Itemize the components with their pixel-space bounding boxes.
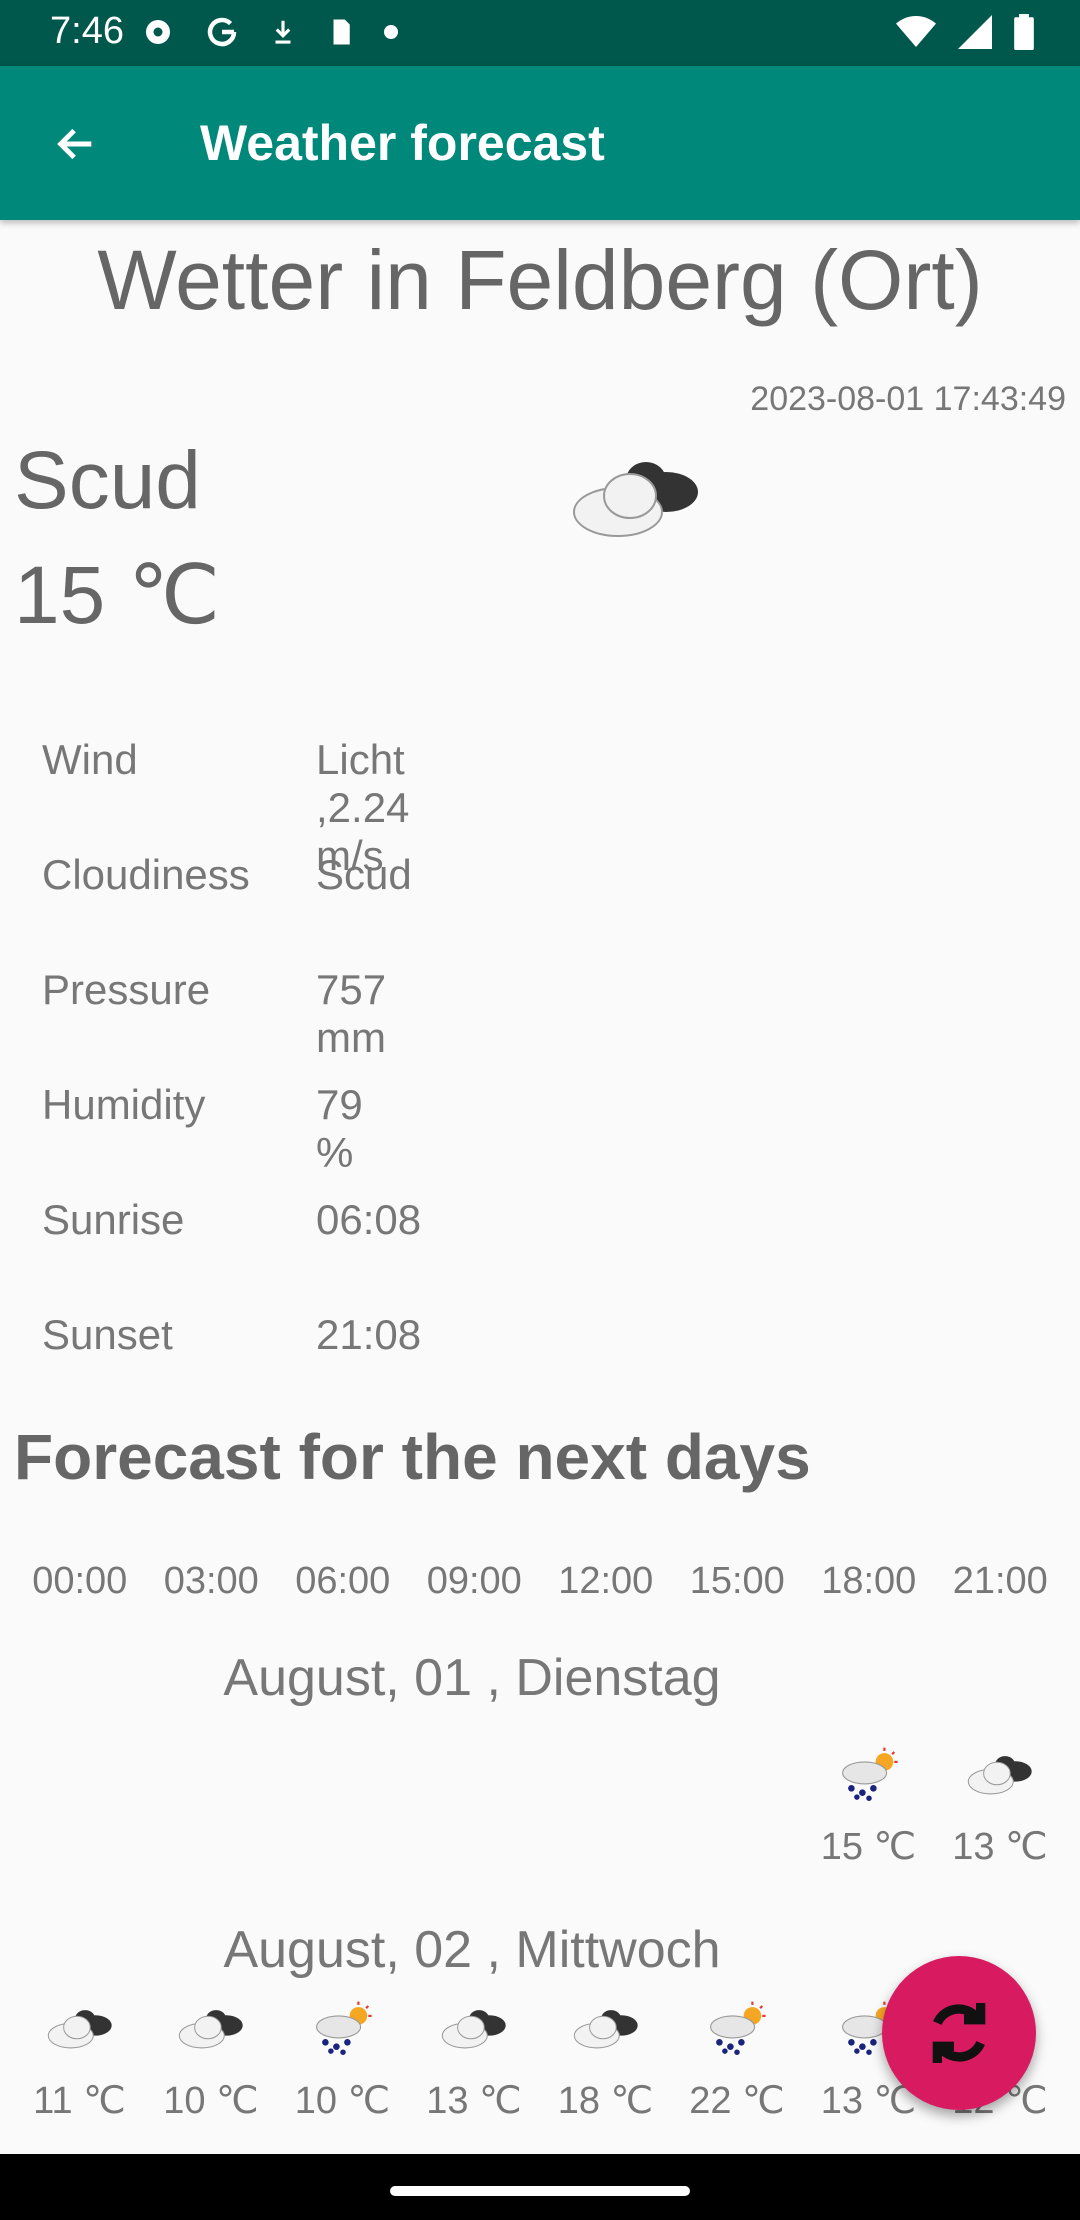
hour-label: 21:00 xyxy=(952,1560,1048,1602)
detail-label: Wind xyxy=(42,736,138,783)
cloud-icon xyxy=(14,1998,145,2058)
forecast-slot: 13 ℃ xyxy=(409,1998,540,2123)
forecast-temp: 15 ℃ xyxy=(820,1826,917,1868)
hour-label: 09:00 xyxy=(426,1560,522,1602)
sd-card-icon xyxy=(333,19,350,45)
back-button[interactable] xyxy=(36,104,116,184)
status-time: 7:46 xyxy=(50,10,124,52)
status-notification-icons xyxy=(140,14,398,50)
gear-icon xyxy=(146,20,170,44)
forecast-temp: 13 ℃ xyxy=(952,1826,1048,1868)
forecast-slot: 13 ℃ xyxy=(935,1744,1066,1869)
day-title: August, 01 , Dienstag xyxy=(223,1649,721,1707)
wifi-icon xyxy=(896,16,936,47)
forecast-slot: 10 ℃ xyxy=(146,1998,277,2123)
rain-sun-icon xyxy=(803,1744,934,1804)
detail-label: Pressure xyxy=(42,966,211,1013)
download-icon xyxy=(275,20,291,44)
forecast-slot: 18 ℃ xyxy=(540,1998,671,2123)
forecast-temp: 10 ℃ xyxy=(294,2080,391,2122)
rain-sun-icon xyxy=(277,1998,408,2058)
detail-value: 79 % xyxy=(316,1081,363,1176)
forecast-hours-header: 00:00 03:00 06:00 09:00 12:00 15:00 18:0… xyxy=(14,1560,1066,1603)
forecast-slot: 11 ℃ xyxy=(14,1998,145,2123)
forecast-temp: 18 ℃ xyxy=(557,2080,654,2122)
google-icon xyxy=(207,17,237,47)
hour-label: 12:00 xyxy=(558,1560,654,1602)
cloud-icon xyxy=(540,1998,671,2058)
app-bar-title: Weather forecast xyxy=(200,115,605,171)
hour-label: 18:00 xyxy=(821,1560,917,1602)
rain-sun-icon xyxy=(672,1998,803,2058)
place-title: Wetter in Feldberg (Ort) xyxy=(97,233,983,327)
refresh-button[interactable] xyxy=(882,1956,1036,2110)
cloud-icon xyxy=(935,1744,1066,1804)
status-bar: 7:46 xyxy=(0,0,1080,66)
forecast-slot: 10 ℃ xyxy=(277,1998,408,2123)
forecast-slot: 15 ℃ xyxy=(803,1744,934,1869)
update-timestamp: 2023-08-01 17:43:49 xyxy=(750,380,1066,418)
current-condition: Scud xyxy=(14,435,201,526)
app-bar: Weather forecast xyxy=(0,66,1080,220)
hour-label: 03:00 xyxy=(163,1560,259,1602)
refresh-icon xyxy=(932,2003,986,2063)
battery-icon xyxy=(1014,14,1034,50)
day-title: August, 02 , Mittwoch xyxy=(223,1921,721,1979)
forecast-slot: 22 ℃ xyxy=(672,1998,803,2123)
detail-value: 757 mm xyxy=(316,966,387,1061)
hour-label: 06:00 xyxy=(295,1560,391,1602)
arrow-back-icon xyxy=(57,128,92,160)
forecast-temp: 10 ℃ xyxy=(163,2080,259,2122)
hour-label: 00:00 xyxy=(32,1560,128,1602)
forecast-temp: 13 ℃ xyxy=(426,2080,522,2122)
forecast-temp: 11 ℃ xyxy=(33,2080,126,2122)
detail-value: Scud xyxy=(316,851,412,898)
detail-label: Cloudiness xyxy=(42,851,250,898)
status-system-icons xyxy=(896,14,1034,50)
current-temperature: 15 ℃ xyxy=(14,550,221,641)
home-gesture-handle[interactable] xyxy=(390,2186,690,2196)
forecast-title: Forecast for the next days xyxy=(14,1421,811,1493)
detail-label: Sunset xyxy=(42,1311,173,1358)
hour-label: 15:00 xyxy=(689,1560,785,1602)
detail-label: Sunrise xyxy=(42,1196,185,1243)
forecast-temp: 22 ℃ xyxy=(689,2080,785,2122)
cloud-icon xyxy=(146,1998,277,2058)
cloud-icon xyxy=(409,1998,540,2058)
detail-value: 06:08 xyxy=(316,1196,422,1243)
detail-value: 21:08 xyxy=(316,1311,422,1358)
detail-label: Humidity xyxy=(42,1081,206,1128)
signal-icon xyxy=(958,15,992,49)
dot-icon xyxy=(384,25,398,39)
cloud-icon xyxy=(566,452,706,547)
